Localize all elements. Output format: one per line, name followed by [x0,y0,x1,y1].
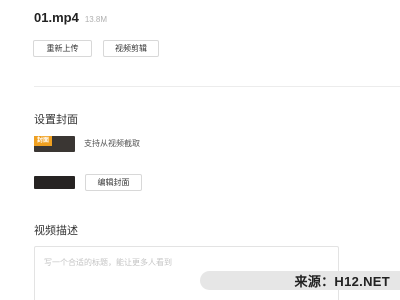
description-section-title: 视频描述 [34,225,78,237]
file-size: 13.8M [84,15,108,24]
section-divider [34,86,400,87]
cover-thumbnail[interactable]: 封面 [34,136,75,152]
cover-tag: 封面 [34,136,53,146]
cover-preview [34,176,75,189]
edit-cover-button[interactable]: 编辑封面 [85,174,142,191]
file-name: 01.mp4 [34,10,79,25]
description-placeholder: 写一个合适的标题，能让更多人看到 [44,258,172,267]
file-info: 01.mp4 13.8M [34,10,107,25]
source-watermark: 来源：H12.NET [200,271,400,290]
video-clip-button[interactable]: 视频剪辑 [103,40,159,57]
cover-support-text: 支持从视频截取 [84,139,140,148]
reupload-button[interactable]: 重新上传 [33,40,92,57]
cover-section-title: 设置封面 [34,114,78,126]
